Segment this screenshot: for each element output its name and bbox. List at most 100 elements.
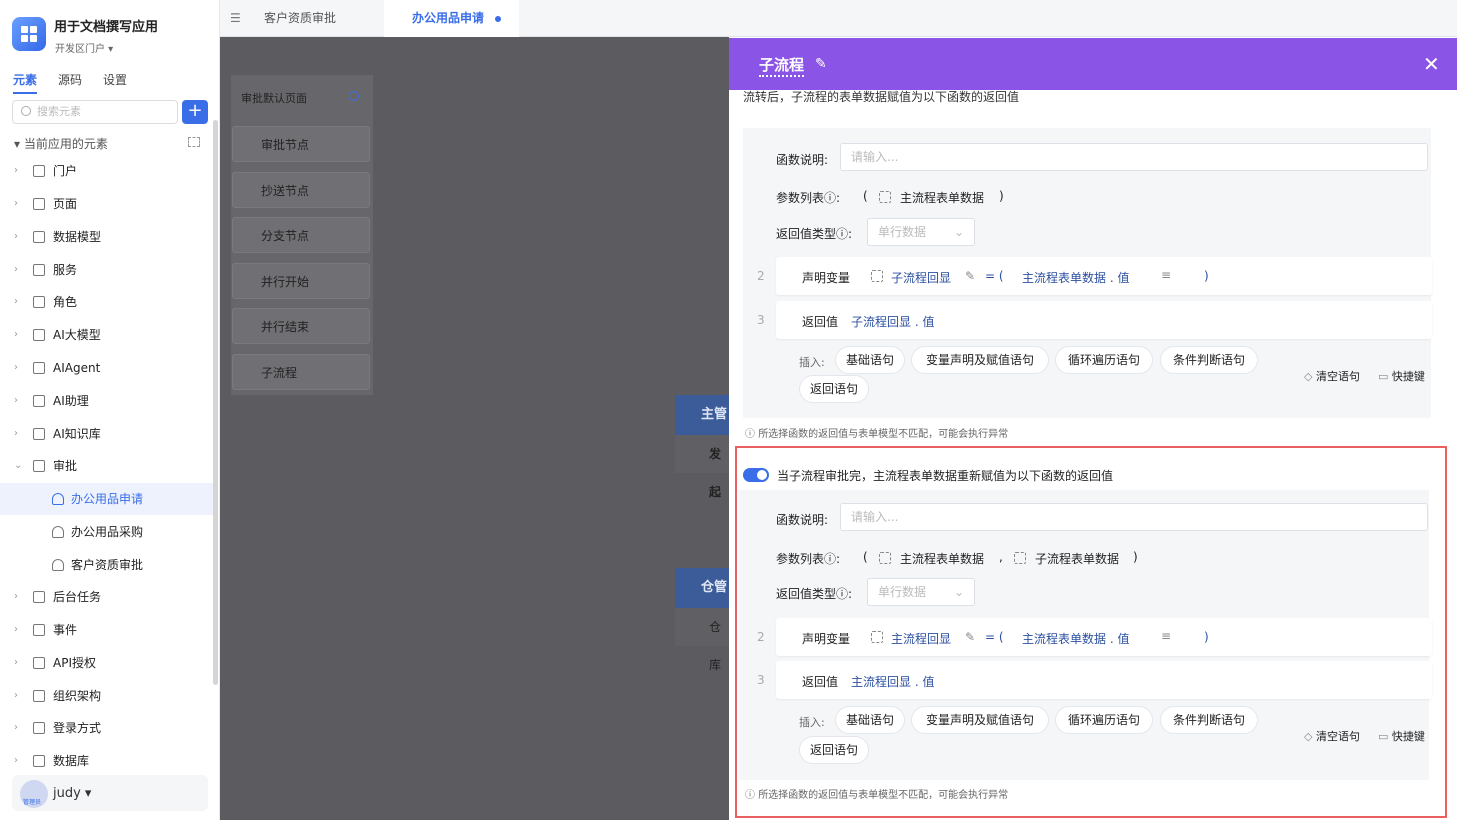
sidebar-item-portal[interactable]: › 门户 — [0, 155, 214, 187]
close-paren: ) — [1204, 630, 1209, 644]
flow-node-warehouse-sub[interactable]: 仓库 — [675, 608, 729, 672]
palette-parallel-start[interactable]: 并行开始 — [232, 263, 370, 299]
flow-canvas[interactable]: 审批默认页面 审批节点 抄送节点 分支节点 并行开始 并行结束 子流程 主管 发… — [220, 37, 735, 820]
palette-branch-node[interactable]: 分支节点 — [232, 217, 370, 253]
sidebar-item-service[interactable]: › 服务 — [0, 254, 214, 286]
return-value[interactable]: 主流程回显 . 值 — [851, 673, 934, 690]
sidebar-item-approval[interactable]: ⌄ 审批 — [0, 450, 214, 482]
tab-customer-qualification[interactable]: 客户资质审批 — [220, 0, 382, 37]
sidebar-item-office-supply-request[interactable]: 办公用品申请 — [0, 483, 214, 515]
clear-label: 清空语句 — [1315, 370, 1360, 383]
unsaved-dot — [495, 16, 501, 22]
return-value[interactable]: 子流程回显 . 值 — [851, 313, 934, 330]
keyboard-icon: ▭ — [1378, 730, 1389, 743]
collapse-all-icon[interactable] — [188, 137, 200, 147]
func-desc-input-2[interactable]: 请输入... — [840, 503, 1428, 531]
sidebar-item-login[interactable]: › 登录方式 — [0, 712, 214, 744]
toggle-label: 当子流程审批完，主流程表单数据重新赋值为以下函数的返回值 — [777, 469, 1114, 483]
pencil-icon[interactable]: ✎ — [965, 269, 975, 283]
clear-button[interactable]: ◇ 清空语句 — [1304, 368, 1360, 384]
format-icon[interactable]: ≡ — [1161, 629, 1171, 643]
insert-condition-button[interactable]: 条件判断语句 — [1160, 346, 1258, 374]
insert-declare-button[interactable]: 变量声明及赋值语句 — [911, 706, 1049, 734]
stamp-icon — [52, 493, 64, 505]
clear-button[interactable]: ◇ 清空语句 — [1304, 728, 1360, 744]
sidebar-item-database[interactable]: › 数据库 — [0, 745, 214, 777]
var-name[interactable]: 主流程回显 — [891, 630, 951, 647]
assign-expression[interactable]: 主流程表单数据 . 值 — [1022, 269, 1129, 286]
sidebar-tabs: 元素 源码 设置 — [13, 71, 127, 94]
service-icon — [33, 264, 45, 276]
line-number: 3 — [757, 673, 765, 687]
sidebar-item-role[interactable]: › 角色 — [0, 286, 214, 318]
tree-header[interactable]: ▾ 当前应用的元素 — [14, 135, 108, 152]
insert-loop-button[interactable]: 循环遍历语句 — [1055, 346, 1153, 374]
param-sub-form: 子流程表单数据 — [1035, 552, 1120, 566]
portal-selector[interactable]: 开发区门户 ▾ — [55, 40, 113, 55]
pencil-icon[interactable]: ✎ — [965, 630, 975, 644]
insert-declare-button[interactable]: 变量声明及赋值语句 — [911, 346, 1049, 374]
tree-label: 登录方式 — [53, 721, 102, 735]
sidebar-item-ai-knowledge[interactable]: › AI知识库 — [0, 418, 214, 450]
shortcut-button[interactable]: ▭ 快捷键 — [1378, 368, 1425, 384]
insert-basic-button[interactable]: 基础语句 — [835, 346, 905, 374]
return-keyword: 返回值 — [802, 315, 839, 329]
sidebar-item-background-task[interactable]: › 后台任务 — [0, 581, 214, 613]
add-element-button[interactable]: + — [182, 100, 208, 124]
sidebar-item-customer-qualification[interactable]: 客户资质审批 — [0, 549, 214, 581]
func-desc-input[interactable]: 请输入... — [840, 143, 1428, 171]
tree-label: API授权 — [53, 656, 96, 670]
sidebar-item-ai-model[interactable]: › AI大模型 — [0, 319, 214, 351]
tree-header-label: 当前应用的元素 — [23, 137, 108, 151]
sidebar-item-event[interactable]: › 事件 — [0, 614, 214, 646]
tree-label: 组织架构 — [53, 689, 102, 703]
search-input[interactable]: 搜索元素 — [12, 100, 178, 124]
reassign-toggle[interactable] — [743, 468, 769, 482]
sidebar-item-ai-assistant[interactable]: › AI助理 — [0, 385, 214, 417]
flow-node-manager[interactable]: 主管 — [675, 395, 735, 435]
sidebar-item-org[interactable]: › 组织架构 — [0, 680, 214, 712]
assign-expression[interactable]: 主流程表单数据 . 值 — [1022, 630, 1129, 647]
sidebar-scrollbar[interactable] — [213, 120, 218, 685]
sidebar-item-office-supply-purchase[interactable]: 办公用品采购 — [0, 516, 214, 548]
form-data-icon — [879, 552, 891, 564]
eraser-icon: ◇ — [1304, 730, 1313, 743]
tab-source[interactable]: 源码 — [58, 71, 82, 94]
palette-approval-node[interactable]: 审批节点 — [232, 126, 370, 162]
return-type-select-2[interactable]: 单行数据 ⌄ — [867, 578, 975, 606]
assign-operator: = ( — [985, 269, 1004, 283]
sidebar-item-ai-agent[interactable]: › AIAgent — [0, 352, 214, 384]
var-name[interactable]: 子流程回显 — [891, 269, 951, 286]
palette-subprocess[interactable]: 子流程 — [232, 354, 370, 390]
palette-cc-node[interactable]: 抄送节点 — [232, 172, 370, 208]
return-type-value: 单行数据 — [878, 225, 927, 239]
subprocess-drawer: 流转后，子流程的表单数据赋值为以下函数的返回值 函数说明: 请输入... 参数列… — [729, 38, 1457, 820]
sidebar-item-data-model[interactable]: › 数据模型 — [0, 221, 214, 253]
edit-title-icon[interactable]: ✎ — [815, 56, 827, 72]
format-icon[interactable]: ≡ — [1161, 268, 1171, 282]
insert-return-button[interactable]: 返回语句 — [799, 736, 869, 764]
close-icon[interactable]: ✕ — [1423, 52, 1440, 76]
insert-return-button[interactable]: 返回语句 — [799, 375, 869, 403]
gear-icon[interactable] — [349, 91, 359, 101]
params-close-2: ) — [1133, 550, 1138, 564]
insert-condition-button[interactable]: 条件判断语句 — [1160, 706, 1258, 734]
flow-node-warehouse[interactable]: 仓管 — [675, 568, 735, 608]
flow-node-initiator[interactable]: 发起 — [675, 435, 729, 499]
tab-elements[interactable]: 元素 — [13, 71, 38, 94]
stamp-icon — [52, 559, 64, 571]
palette-parallel-end[interactable]: 并行结束 — [232, 308, 370, 344]
insert-basic-button[interactable]: 基础语句 — [835, 706, 905, 734]
shortcut-button[interactable]: ▭ 快捷键 — [1378, 728, 1425, 744]
username: judy ▾ — [53, 786, 92, 801]
return-type-select[interactable]: 单行数据 ⌄ — [867, 218, 975, 246]
insert-loop-button[interactable]: 循环遍历语句 — [1055, 706, 1153, 734]
chevron-down-icon: ⌄ — [953, 585, 964, 599]
shortcut-label: 快捷键 — [1391, 730, 1425, 743]
func-desc-label-2: 函数说明: — [776, 513, 829, 527]
sidebar-item-api-auth[interactable]: › API授权 — [0, 647, 214, 679]
sidebar-item-pages[interactable]: › 页面 — [0, 188, 214, 220]
params-open-2: ( — [863, 550, 868, 564]
tab-settings[interactable]: 设置 — [103, 71, 127, 94]
page-icon — [33, 198, 45, 210]
